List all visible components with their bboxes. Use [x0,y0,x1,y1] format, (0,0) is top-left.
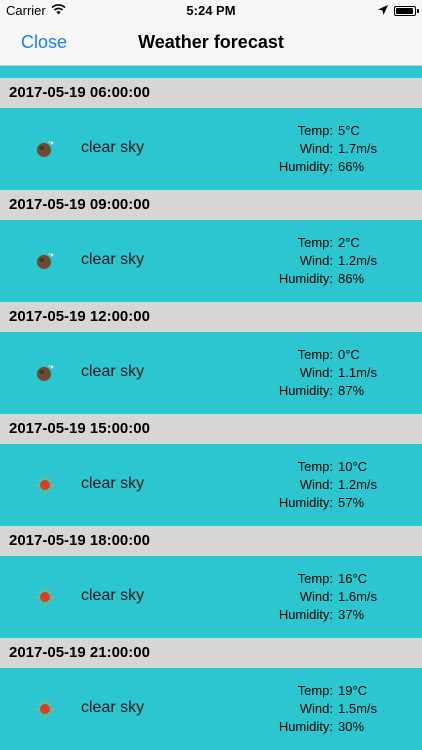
humidity-label: Humidity: [278,271,333,286]
forecast-row[interactable]: clear sky Temp: 5°C Wind: 1.7m/s Humidity:… [0,108,422,190]
humidity-value: 86% [338,271,365,286]
navigation-bar: Close Weather forecast [0,20,422,66]
humidity-label: Humidity: [278,159,333,174]
section-header: 2017-05-19 18:00:00 [0,526,422,556]
humidity-label: Humidity: [278,495,333,510]
temp-label: Temp: [297,571,333,586]
temp-value: 16°C [338,571,368,586]
location-arrow-icon [378,3,388,18]
forecast-row[interactable]: clear sky Temp: 16°C Wind: 1.6m/s Humidity… [0,556,422,638]
temp-value: 10°C [338,459,368,474]
temp-value: 19°C [338,683,368,698]
page-title: Weather forecast [138,32,284,52]
weather-description: clear sky [81,251,145,268]
section-header: 2017-05-19 09:00:00 [0,190,422,220]
weather-stats: Temp: 16°C Wind: 1.6m/s Humidity: 37% [232,570,382,624]
humidity-label: Humidity: [278,719,333,734]
humidity-value: 37% [338,607,365,622]
temp-value: 2°C [338,235,360,250]
moon-icon [37,253,54,269]
wind-label: Wind: [299,701,333,716]
weather-stats: Temp: 0°C Wind: 1.1m/s Humidity: 87% [232,346,382,400]
wind-value: 1.2m/s [338,477,378,492]
wind-label: Wind: [299,253,333,268]
weather-stats: Temp: 10°C Wind: 1.2m/s Humidity: 57% [232,458,382,512]
status-time: 5:24 PM [186,3,236,18]
humidity-label: Humidity: [278,607,333,622]
weather-description: clear sky [81,475,145,492]
humidity-value: 30% [338,719,365,734]
section-header: 2017-05-19 06:00:00 [0,78,422,108]
weather-description: clear sky [81,363,145,380]
humidity-value: 66% [338,159,365,174]
weather-description: clear sky [81,139,145,156]
list-top-spacer [0,66,422,78]
temp-label: Temp: [297,347,333,362]
sun-icon [36,700,54,718]
wind-value: 1.5m/s [338,701,378,716]
temp-label: Temp: [297,123,333,138]
weather-stats: Temp: 2°C Wind: 1.2m/s Humidity: 86% [232,234,382,288]
sun-icon [36,588,54,606]
humidity-label: Humidity: [278,383,333,398]
forecast-list[interactable]: 2017-05-19 06:00:00 clear sky Temp: 5°C W… [0,66,422,750]
humidity-value: 87% [338,383,365,398]
wind-label: Wind: [299,477,333,492]
wind-value: 1.6m/s [338,589,378,604]
forecast-row[interactable]: clear sky Temp: 2°C Wind: 1.2m/s Humidity:… [0,220,422,302]
weather-description: clear sky [81,587,145,604]
temp-value: 0°C [338,347,360,362]
section-header: 2017-05-19 12:00:00 [0,302,422,332]
weather-description: clear sky [81,699,145,716]
temp-value: 5°C [338,123,360,138]
temp-label: Temp: [297,683,333,698]
battery-icon [394,5,419,16]
section-header: 2017-05-19 21:00:00 [0,638,422,668]
forecast-row[interactable]: clear sky Temp: 10°C Wind: 1.2m/s Humidity… [0,444,422,526]
status-right [378,3,419,18]
wind-label: Wind: [299,365,333,380]
wind-value: 1.1m/s [338,365,378,380]
weather-stats: Temp: 19°C Wind: 1.5m/s Humidity: 30% [232,682,382,736]
temp-label: Temp: [297,235,333,250]
status-bar: Carrier 5:24 PM [0,0,422,20]
temp-label: Temp: [297,459,333,474]
wind-value: 1.2m/s [338,253,378,268]
moon-icon [37,365,54,381]
weather-stats: Temp: 5°C Wind: 1.7m/s Humidity: 66% [232,122,382,176]
wind-value: 1.7m/s [338,141,378,156]
sun-icon [36,476,54,494]
moon-icon [37,141,54,157]
wind-label: Wind: [299,141,333,156]
wind-label: Wind: [299,589,333,604]
forecast-row[interactable]: clear sky Temp: 0°C Wind: 1.1m/s Humidity:… [0,332,422,414]
section-header: 2017-05-19 15:00:00 [0,414,422,444]
humidity-value: 57% [338,495,365,510]
forecast-row[interactable]: clear sky Temp: 19°C Wind: 1.5m/s Humidity… [0,668,422,750]
